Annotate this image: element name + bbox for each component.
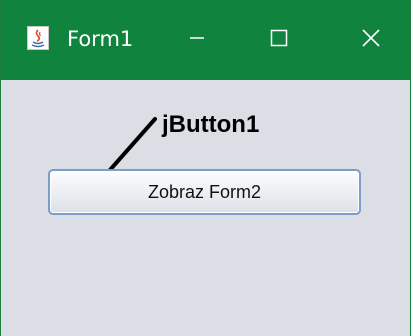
close-icon <box>362 29 380 47</box>
window-title: Form1 <box>67 27 134 51</box>
annotation-label: jButton1 <box>162 111 260 138</box>
show-form2-button[interactable]: Zobraz Form2 <box>48 169 361 215</box>
java-app-icon <box>27 26 49 50</box>
maximize-button[interactable] <box>256 18 302 58</box>
minimize-icon <box>189 30 205 46</box>
maximize-icon <box>270 29 288 47</box>
title-bar[interactable]: Form1 <box>1 0 410 80</box>
form1-window: Form1 <box>0 0 411 336</box>
minimize-button[interactable] <box>174 18 220 58</box>
close-button[interactable] <box>348 18 394 58</box>
